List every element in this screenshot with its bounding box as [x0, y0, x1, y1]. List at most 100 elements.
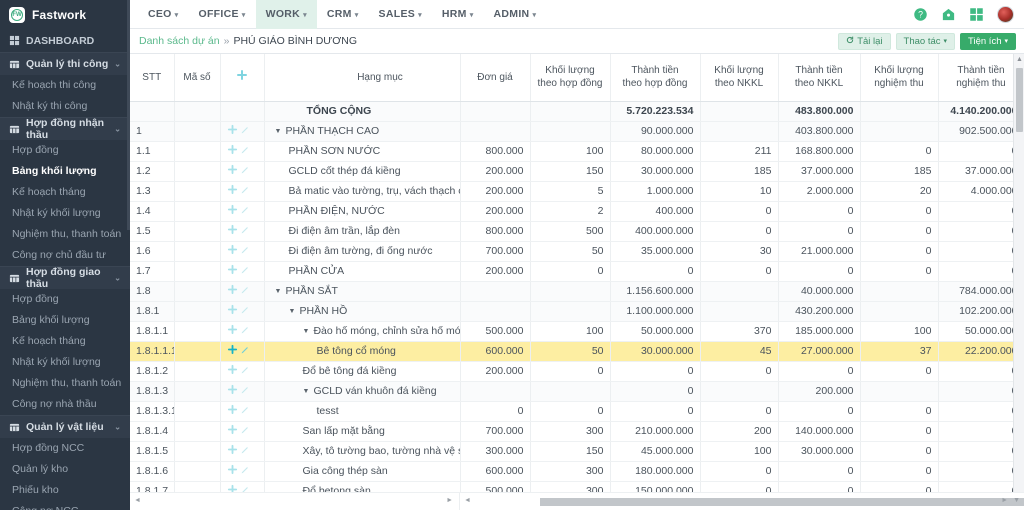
edit-row-icon[interactable] [240, 405, 250, 418]
table-row[interactable]: 1.3 Bả matic vào tường, trụ, vách thạch … [130, 181, 1024, 202]
utilities-button[interactable]: Tiện ích ▾ [960, 32, 1016, 50]
expand-triangle-icon[interactable]: ▼ [289, 308, 296, 315]
apps-grid-icon[interactable] [969, 7, 984, 22]
edit-row-icon[interactable] [240, 225, 250, 238]
cell-row-actions[interactable] [220, 441, 265, 462]
table-row[interactable]: 1.7 PHẦN CỬA200.000000000 [130, 261, 1024, 282]
cell-row-actions[interactable] [220, 401, 265, 422]
chevron-down-icon[interactable]: ⌄ [114, 423, 121, 432]
cell-row-actions[interactable] [220, 361, 265, 382]
add-child-row-icon[interactable] [227, 144, 238, 158]
brand[interactable]: FW Fastwork [0, 0, 130, 29]
table-row[interactable]: 1.8 ▼ PHẦN SẮT 1.156.600.000 40.000.000 784.… [130, 281, 1024, 302]
scroll-up-icon[interactable]: ▲ [1016, 56, 1023, 63]
chevron-down-icon[interactable]: ⌄ [114, 125, 121, 134]
edit-row-icon[interactable] [240, 145, 250, 158]
expand-triangle-icon[interactable]: ▼ [275, 128, 282, 135]
edit-row-icon[interactable] [240, 445, 250, 458]
user-avatar[interactable] [997, 5, 1014, 23]
edit-row-icon[interactable] [240, 245, 250, 258]
sidebar-subitem-2-5[interactable]: Công nợ chủ đầu tư [0, 245, 130, 266]
table-row[interactable]: 1.5 Đi điện âm trần, lắp đèn 800.000 500 40… [130, 221, 1024, 242]
edit-row-icon[interactable] [240, 205, 250, 218]
sidebar-subitem-3-0[interactable]: Hợp đồng [0, 289, 130, 310]
sidebar-section-1[interactable]: Quản lý thi công ⌄ [0, 52, 130, 75]
edit-row-icon[interactable] [240, 305, 250, 318]
cell-row-actions[interactable] [220, 381, 265, 402]
sidebar-subitem-2-3[interactable]: Nhật ký khối lượng [0, 203, 130, 224]
expand-triangle-icon[interactable]: ▼ [303, 388, 310, 395]
table-row[interactable]: 1.8.1.5 Xây, tô tường bao, tường nhà vệ … [130, 441, 1024, 462]
col-amount-acceptance[interactable]: Thành tiền nghiệm thu [938, 54, 1024, 102]
frozen-pane-scrollbar[interactable]: ◄ ► [130, 492, 460, 510]
edit-row-icon[interactable] [240, 325, 250, 338]
menu-item-ceo[interactable]: CEO ▾ [138, 0, 188, 29]
vertical-scroll-thumb[interactable] [1016, 68, 1023, 132]
cell-row-actions[interactable] [220, 321, 265, 342]
menu-item-office[interactable]: OFFICE ▾ [188, 0, 255, 29]
sidebar-subitem-3-3[interactable]: Nhật ký khối lượng [0, 352, 130, 373]
cell-row-actions[interactable] [220, 461, 265, 482]
table-row[interactable]: 1.8.1.1 ▼ Đào hố móng, chỉnh sửa hố móng 5… [130, 321, 1024, 342]
sidebar-section-2[interactable]: Hợp đồng nhận thầu ⌄ [0, 117, 130, 141]
add-child-row-icon[interactable] [227, 384, 238, 398]
horizontal-scroll-track[interactable] [510, 497, 1024, 506]
add-child-row-icon[interactable] [227, 204, 238, 218]
add-child-row-icon[interactable] [227, 404, 238, 418]
col-qty-contract[interactable]: Khối lượng theo hợp đồng [530, 54, 611, 102]
add-child-row-icon[interactable] [227, 124, 238, 138]
menu-item-work[interactable]: WORK ▾ [255, 0, 317, 29]
table-row[interactable]: 1.2 GCLD cốt thép đá kiềng 200.000 150 30.0… [130, 161, 1024, 182]
table-row[interactable]: 1.6 Đi điện âm tường, đi ống nước 700.000… [130, 241, 1024, 262]
sidebar-subitem-1-1[interactable]: Nhật ký thi công [0, 96, 130, 117]
cell-row-actions[interactable] [220, 161, 265, 182]
table-row[interactable]: 1 ▼ PHẦN THẠCH CAO 90.000.000 403.800.000 90… [130, 121, 1024, 142]
menu-item-sales[interactable]: SALES ▾ [369, 0, 432, 29]
chevron-down-icon[interactable]: ⌄ [114, 274, 121, 283]
sidebar-section-3[interactable]: Hợp đồng giao thầu ⌄ [0, 266, 130, 290]
add-child-row-icon[interactable] [227, 264, 238, 278]
table-row[interactable]: 1.8.1.4 San lấp mặt bằng 700.000 300 210.00… [130, 421, 1024, 442]
table-row[interactable]: 1.4 PHẦN ĐIỆN, NƯỚC200.0002400.0000000 [130, 201, 1024, 222]
sidebar-subitem-3-1[interactable]: Bảng khối lượng [0, 310, 130, 331]
operations-button[interactable]: Thao tác ▾ [895, 32, 956, 50]
menu-item-crm[interactable]: CRM ▾ [317, 0, 369, 29]
add-child-row-icon[interactable] [227, 344, 238, 358]
vertical-scrollbar[interactable]: ▲ [1013, 54, 1024, 492]
add-child-row-icon[interactable] [227, 424, 238, 438]
add-child-row-icon[interactable] [227, 304, 238, 318]
col-qty-nkkl[interactable]: Khối lượng theo NKKL [700, 54, 779, 102]
sidebar-subitem-1-0[interactable]: Kế hoạch thi công [0, 75, 130, 96]
main-pane-scrollbar[interactable]: ◄ ► ▼ [460, 493, 1024, 510]
sidebar-subitem-3-2[interactable]: Kế hoạch tháng [0, 331, 130, 352]
cell-row-actions[interactable] [220, 241, 265, 262]
table-row[interactable]: 1.8.1.6 Gia công thép sàn 600.000 300 180.0… [130, 461, 1024, 482]
scroll-left-icon[interactable]: ◄ [134, 497, 141, 504]
table-row[interactable]: 1.8.1 ▼ PHẦN HỒ 1.100.000.000 430.200.000 10… [130, 301, 1024, 322]
sidebar-section-4[interactable]: Quản lý vật liệu ⌄ [0, 415, 130, 438]
add-child-row-icon[interactable] [227, 284, 238, 298]
table-row[interactable]: 1.8.1.1.1 Bê tông cổ móng 600.000 50 30.000… [130, 341, 1024, 362]
table-row[interactable]: 1.8.1.3 ▼ GCLD ván khuôn đá kiềng 0 200.000… [130, 381, 1024, 402]
add-child-row-icon[interactable] [227, 224, 238, 238]
menu-item-admin[interactable]: ADMIN ▾ [484, 0, 547, 29]
add-row-icon[interactable] [236, 70, 248, 84]
expand-triangle-icon[interactable]: ▼ [275, 288, 282, 295]
cell-row-actions[interactable] [220, 301, 265, 322]
col-qty-acceptance[interactable]: Khối lượng nghiệm thu [860, 54, 939, 102]
add-child-row-icon[interactable] [227, 444, 238, 458]
col-item[interactable]: Hạng mục [264, 54, 461, 102]
col-add-row[interactable] [220, 54, 265, 102]
menu-item-hrm[interactable]: HRM ▾ [432, 0, 484, 29]
edit-row-icon[interactable] [240, 265, 250, 278]
sidebar-subitem-2-2[interactable]: Kế hoạch tháng [0, 182, 130, 203]
add-child-row-icon[interactable] [227, 464, 238, 478]
sidebar-item-dashboard[interactable]: DASHBOARD [0, 29, 130, 52]
cell-row-actions[interactable] [220, 181, 265, 202]
cell-row-actions[interactable] [220, 201, 265, 222]
cell-row-actions[interactable] [220, 421, 265, 442]
col-amount-nkkl[interactable]: Thành tiền theo NKKL [778, 54, 861, 102]
add-child-row-icon[interactable] [227, 164, 238, 178]
reload-button[interactable]: Tải lại [838, 32, 891, 50]
add-child-row-icon[interactable] [227, 324, 238, 338]
